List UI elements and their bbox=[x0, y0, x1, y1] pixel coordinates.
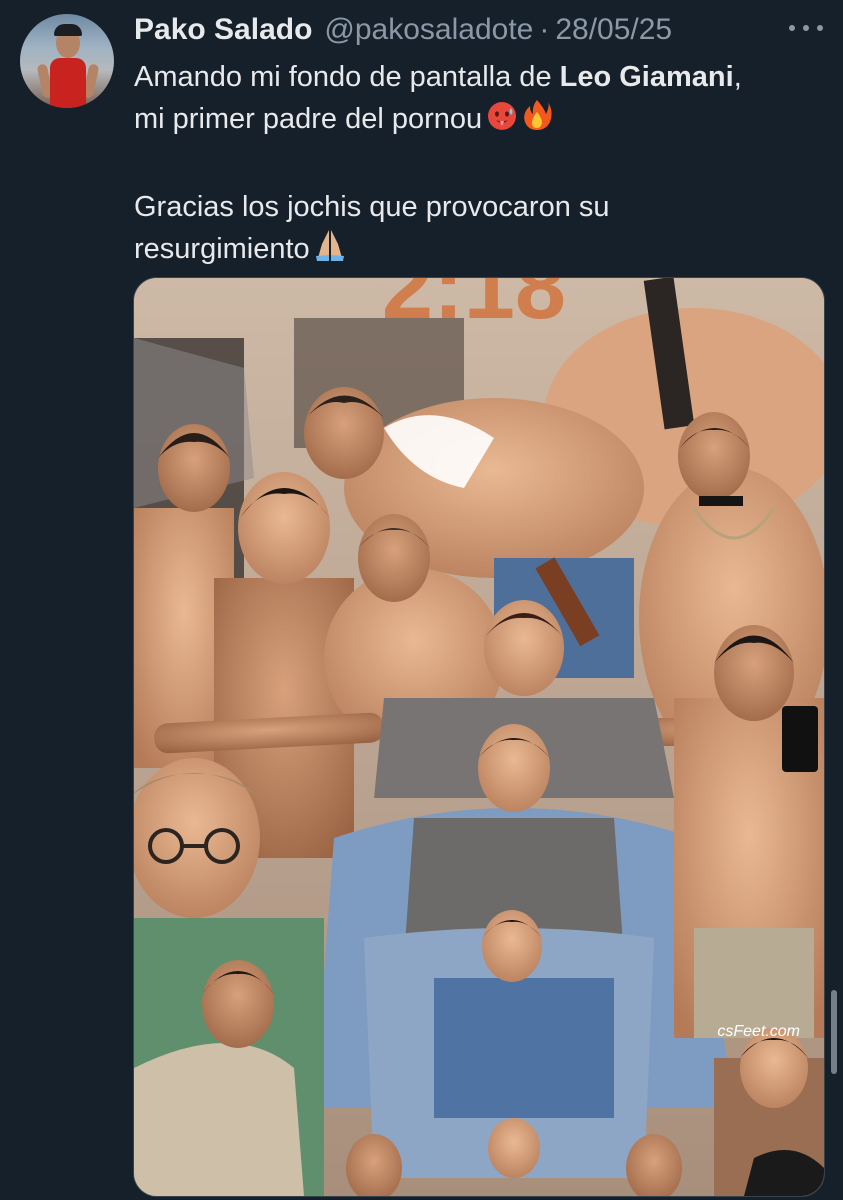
hot-face-emoji bbox=[486, 100, 518, 144]
scrollbar[interactable] bbox=[831, 990, 837, 1074]
text-line1-suffix: , bbox=[733, 61, 742, 93]
text-line1-prefix: Amando mi fondo de pantalla de bbox=[134, 61, 560, 93]
tweet[interactable]: Pako Salado @pakosaladote · 28/05/25 Ama… bbox=[0, 0, 843, 1200]
tweet-header: Pako Salado @pakosaladote · 28/05/25 bbox=[134, 12, 672, 48]
tweet-text: Amando mi fondo de pantalla de Leo Giama… bbox=[134, 56, 824, 274]
text-line2: mi primer padre del pornou bbox=[134, 103, 483, 135]
tweet-media-image[interactable]: 2:18 csFeet.com bbox=[133, 277, 825, 1197]
fire-emoji bbox=[522, 98, 552, 144]
overlay-clock: 2:18 bbox=[382, 278, 566, 338]
separator-dot: · bbox=[539, 13, 550, 46]
text-line4: resurgimiento bbox=[134, 233, 310, 265]
more-dots-icon[interactable] bbox=[789, 22, 823, 34]
folded-hands-emoji bbox=[314, 228, 346, 274]
tweet-text-line-2: mi primer padre del pornou bbox=[134, 98, 824, 144]
user-handle[interactable]: @pakosaladote bbox=[324, 13, 533, 47]
watermark: csFeet.com bbox=[717, 1023, 800, 1040]
tweet-text-line-1: Amando mi fondo de pantalla de Leo Giama… bbox=[134, 56, 824, 98]
tweet-date[interactable]: 28/05/25 bbox=[555, 13, 672, 47]
avatar[interactable] bbox=[20, 14, 114, 108]
tweet-text-line-3: Gracias los jochis que provocaron su bbox=[134, 191, 610, 223]
collage-photo: 2:18 csFeet.com bbox=[134, 278, 824, 1196]
display-name[interactable]: Pako Salado bbox=[134, 13, 312, 47]
tweet-text-line-4: resurgimiento bbox=[134, 228, 824, 274]
text-line1-bold: Leo Giamani bbox=[559, 61, 734, 93]
